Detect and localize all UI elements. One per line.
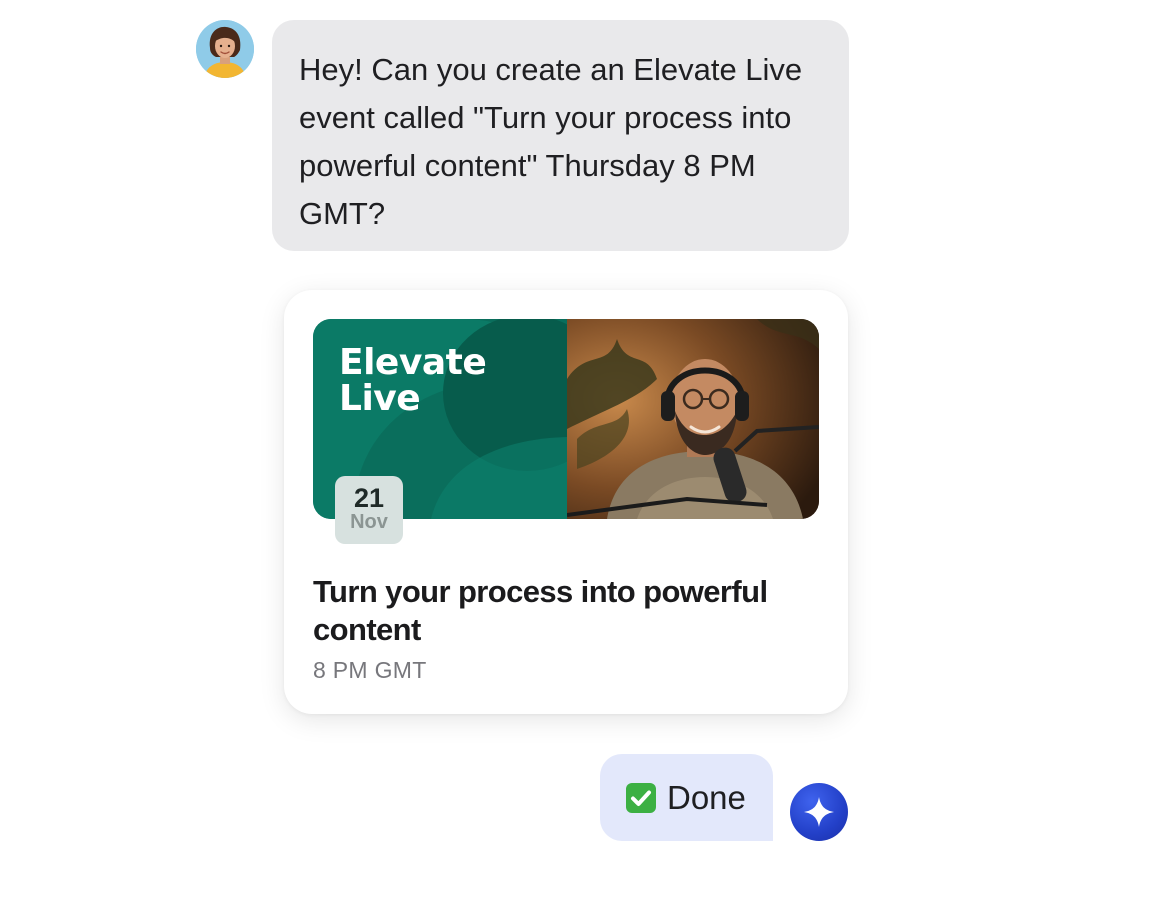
brand-title: Elevate Live <box>339 342 487 419</box>
date-badge: 21 Nov <box>335 476 403 544</box>
user-message-text: Hey! Can you create an Elevate Live even… <box>299 52 803 231</box>
date-month: Nov <box>350 511 388 533</box>
user-avatar-image <box>196 20 254 78</box>
assistant-message-text: Done <box>667 778 746 816</box>
assistant-avatar <box>790 783 848 841</box>
podcast-host-image <box>567 319 819 519</box>
check-mark-button-icon <box>625 782 657 814</box>
sparkle-icon <box>804 797 834 827</box>
user-avatar <box>196 20 254 78</box>
event-photo <box>567 319 819 519</box>
event-title[interactable]: Turn your process into powerful content <box>313 573 813 649</box>
event-time: 8 PM GMT <box>313 657 427 683</box>
assistant-message-bubble: Done <box>600 754 773 841</box>
event-card[interactable]: Elevate Live 21 Nov Turn your process in… <box>284 290 848 714</box>
date-day: 21 <box>353 483 385 513</box>
user-message-bubble: Hey! Can you create an Elevate Live even… <box>272 20 849 251</box>
